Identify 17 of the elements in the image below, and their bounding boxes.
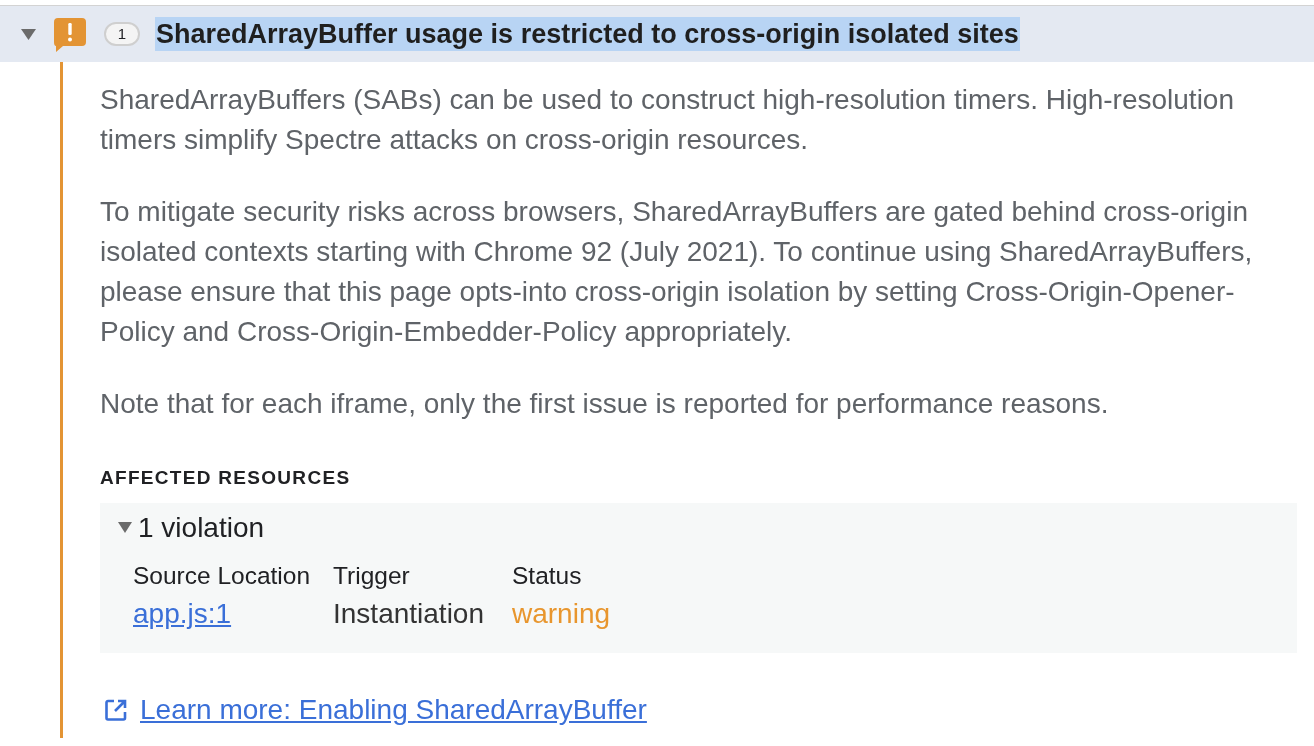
column-header: Source Location bbox=[133, 561, 333, 590]
issue-title: SharedArrayBuffer usage is restricted to cross-origin isolated sites bbox=[155, 17, 1020, 51]
external-link-icon bbox=[104, 697, 128, 722]
status-text: warning bbox=[512, 597, 611, 629]
section-heading: AFFECTED RESOURCES bbox=[100, 465, 351, 490]
expand-caret-icon[interactable] bbox=[118, 522, 132, 534]
count-badge: 1 bbox=[104, 22, 140, 46]
table-cell: Instantiation bbox=[333, 589, 512, 630]
learn-more-link[interactable]: Learn more: Enabling SharedArrayBuffer bbox=[140, 694, 647, 725]
source-link[interactable]: app.js:1 bbox=[133, 597, 232, 629]
expand-caret-icon[interactable] bbox=[21, 28, 36, 40]
column-header: Trigger bbox=[333, 561, 411, 590]
description-text: Note that for each iframe, only the first issue is reported for performance reasons. bbox=[100, 387, 1110, 422]
description-text: To mitigate security risks across browsers, SharedArrayBuffers are gated behind cross-origin isolated contexts starting with Chrome 92 (July 2021). To continue using SharedArrayBuffers, please ensure that this page opts-into cross-origin isolation by setting Cross-Origin-Opener-Policy and Cross-Origin-Embedder-Policy appropriately. bbox=[100, 195, 1254, 349]
description-text: SharedArrayBuffers (SABs) can be used to construct high-resolution timers. High-resolution timers simplify Spectre attacks on cross-origin resources. bbox=[100, 83, 1235, 157]
column-header: Status bbox=[512, 561, 583, 590]
violation-count[interactable]: 1 violation bbox=[138, 512, 265, 543]
